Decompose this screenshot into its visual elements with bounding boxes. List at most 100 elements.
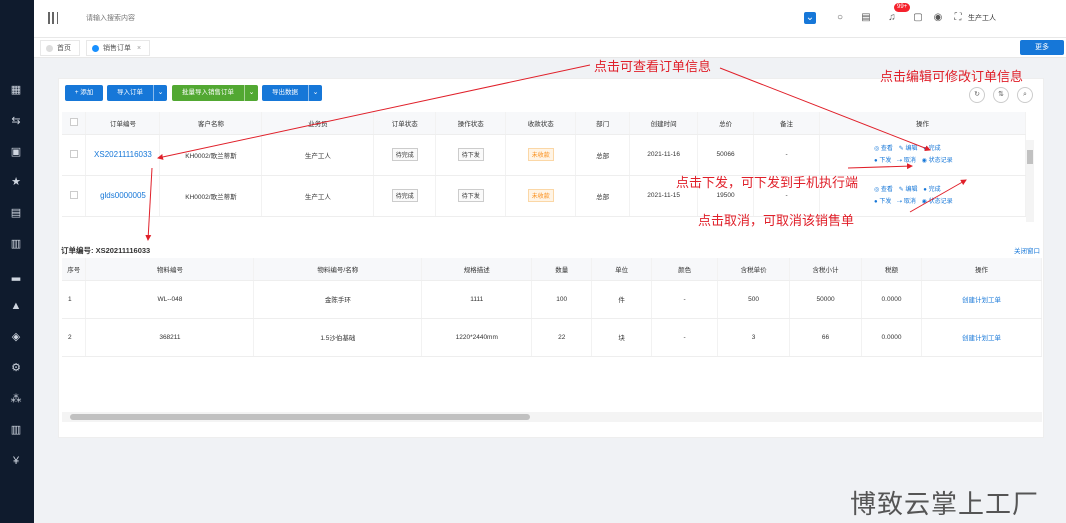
refresh-icon[interactable]: ↻ [969, 87, 985, 103]
complete-action[interactable]: ● 完成 [923, 187, 940, 193]
batch-import-button[interactable]: 批量导入销售订单 ⌄ [172, 85, 258, 101]
detail-order-number: 订单编号: XS20211116033 [61, 246, 151, 255]
graduation-icon[interactable]: ▲ [9, 299, 23, 313]
column-header: 序号 [62, 258, 87, 281]
view-action[interactable]: ◎ 查看 [874, 187, 893, 193]
table-row[interactable]: XS20211116033 KH0002/歌兰蒂斯 生产工人 待完成 待下发 未… [62, 134, 1026, 176]
scrollbar-thumb[interactable] [1027, 150, 1033, 164]
signal-icon[interactable]: ▂ [9, 268, 23, 282]
order-number-link[interactable]: glds0000005 [85, 175, 161, 217]
select-all-cell[interactable] [62, 112, 87, 135]
lock-icon[interactable]: ▢ [912, 12, 924, 24]
column-header[interactable]: 总价 [697, 112, 755, 135]
action-label: 编辑 [905, 186, 918, 193]
create-work-order-link[interactable]: 创建计划工单 [921, 280, 1043, 319]
status-log-action[interactable]: ◉ 状态记录 [922, 158, 953, 164]
network-icon[interactable]: ⁂ [9, 392, 23, 406]
more-button[interactable]: 更多 [1020, 40, 1064, 55]
price-cell: 3 [717, 318, 791, 357]
complete-action[interactable]: ● 完成 [923, 146, 940, 152]
material-code-cell: 368211 [85, 318, 255, 357]
eye-icon[interactable]: ◉ [932, 12, 944, 24]
tab-close-icon[interactable]: × [137, 45, 141, 52]
cancel-action[interactable]: ⇢ 取消 [897, 199, 916, 205]
search-icon[interactable]: ⌕ [1017, 87, 1033, 103]
row-select-cell[interactable] [62, 134, 87, 176]
message-icon[interactable]: ▣ [9, 145, 23, 159]
price-cell: 500 [717, 280, 791, 319]
row-select-cell[interactable] [62, 175, 87, 217]
bell-icon[interactable]: ♫ [886, 12, 898, 24]
document-icon[interactable]: ▤ [860, 12, 872, 24]
tab-sales-order[interactable]: 销售订单 × [86, 40, 151, 56]
import-order-button[interactable]: 导入订单 ⌄ [107, 85, 167, 101]
index-cell: 1 [62, 280, 87, 319]
columns-icon[interactable]: ⇅ [993, 87, 1009, 103]
transfer-icon[interactable]: ⇆ [9, 114, 23, 128]
color-cell: - [651, 280, 719, 319]
star-icon[interactable]: ★ [9, 175, 23, 189]
table-row[interactable]: glds0000005 KH0002/歌兰蒂斯 生产工人 待完成 待下发 未收款… [62, 175, 1026, 217]
create-work-order-link[interactable]: 创建计划工单 [921, 318, 1043, 357]
tab-dot [92, 45, 99, 52]
annotation-cancel: 点击取消，可取消该销售单 [698, 213, 855, 228]
cube-icon[interactable]: ◈ [9, 330, 23, 344]
column-header[interactable]: 订单编号 [85, 112, 161, 135]
status-log-action[interactable]: ◉ 状态记录 [922, 199, 953, 205]
column-header: 操作状态 [435, 112, 507, 135]
horizontal-scrollbar[interactable] [62, 412, 1042, 422]
chevron-down-icon[interactable]: ⌄ [244, 85, 258, 101]
chevron-down-icon[interactable]: ⌄ [153, 85, 167, 101]
unit-cell: 块 [591, 318, 653, 357]
gear-icon[interactable]: ⚙ [9, 361, 23, 375]
column-header[interactable]: 客户名称 [159, 112, 263, 135]
action-label: 取消 [903, 157, 916, 164]
spec-cell: 1111 [421, 280, 533, 319]
tab-label: 首页 [57, 45, 71, 52]
actions-cell: ◎ 查看 ✎ 编辑 ● 完成 ● 下发 ⇢ 取消 ◉ 状态记录 [819, 134, 1026, 176]
status-badge: 待完成 [391, 189, 418, 202]
chevron-down-icon[interactable]: ⌄ [308, 85, 322, 101]
menu-toggle-icon[interactable] [48, 12, 58, 24]
cancel-action[interactable]: ⇢ 取消 [897, 158, 916, 164]
customer-cell: KH0002/歌兰蒂斯 [159, 175, 263, 217]
column-header: 颜色 [651, 258, 719, 281]
view-action[interactable]: ◎ 查看 [874, 146, 893, 152]
pay-status-cell: 未收款 [505, 134, 577, 176]
dept-cell: 总部 [575, 175, 631, 217]
column-header: 税额 [861, 258, 922, 281]
edit-action[interactable]: ✎ 编辑 [899, 187, 918, 193]
dispatch-action[interactable]: ● 下发 [874, 199, 891, 205]
search-input[interactable] [86, 10, 286, 26]
order-number-link[interactable]: XS20211116033 [85, 134, 161, 176]
dispatch-action[interactable]: ● 下发 [874, 158, 891, 164]
tab-home[interactable]: 首页 [40, 40, 80, 56]
order-table: 订单编号 客户名称 业务员 订单状态 操作状态 收款状态 部门 创建时间 总价 … [62, 112, 1026, 217]
checkbox[interactable] [69, 117, 78, 126]
topbar: ⌄ ○ ▤ ♫ 99+ ▢ ◉ ⛶ 生产工人 [34, 0, 1066, 38]
close-window-link[interactable]: 关闭窗口 [1014, 245, 1040, 255]
chat-icon[interactable]: ○ [834, 12, 846, 24]
action-label: 完成 [928, 186, 941, 193]
column-header[interactable]: 订单状态 [373, 112, 437, 135]
checkbox[interactable] [69, 190, 78, 199]
currency-icon[interactable]: ¥ [9, 454, 23, 468]
dashboard-icon[interactable]: ▦ [9, 83, 23, 97]
column-header[interactable]: 创建时间 [629, 112, 699, 135]
tab-dot [46, 45, 53, 52]
material-code-cell: WL--048 [85, 280, 255, 319]
checkbox[interactable] [69, 149, 78, 158]
chart-icon[interactable]: ▥ [9, 237, 23, 251]
bank-icon[interactable]: ▥ [9, 423, 23, 437]
table-icon[interactable]: ▤ [9, 206, 23, 220]
edit-action[interactable]: ✎ 编辑 [899, 146, 918, 152]
username[interactable]: 生产工人 [968, 13, 996, 23]
export-label: 导出数据 [272, 89, 298, 96]
export-button[interactable]: 导出数据 ⌄ [262, 85, 322, 101]
scrollbar-thumb[interactable] [70, 414, 530, 420]
dropdown-icon[interactable]: ⌄ [804, 12, 816, 24]
vertical-scrollbar[interactable] [1026, 140, 1034, 222]
fullscreen-icon[interactable]: ⛶ [952, 12, 964, 24]
action-label: 状态记录 [928, 198, 953, 205]
add-button[interactable]: + 添加 [65, 85, 103, 101]
